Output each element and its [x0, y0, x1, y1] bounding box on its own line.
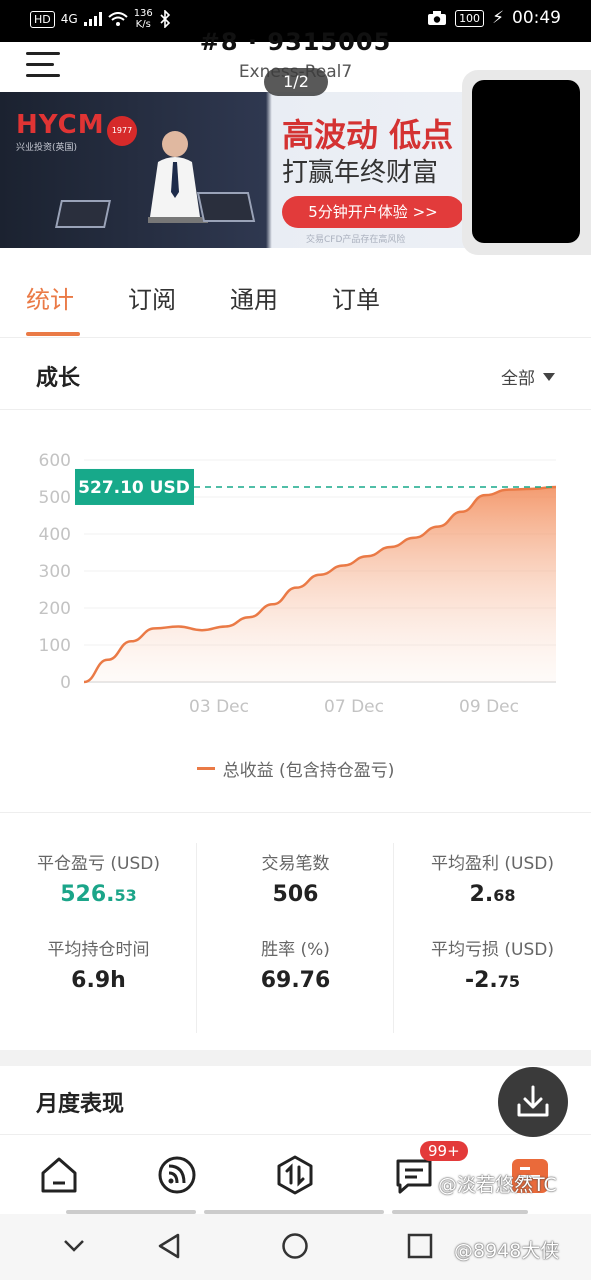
period-filter[interactable]: 全部	[501, 364, 555, 389]
account-title[interactable]: #8 · 9315005	[0, 28, 591, 56]
stat-label: 交易笔数	[261, 854, 330, 874]
stat-label: 平仓盈亏 (USD)	[37, 854, 160, 874]
stat-value: -2.75	[464, 968, 521, 993]
banner-logo: HYCM 兴业投资(英国)	[16, 110, 105, 153]
recents-icon[interactable]	[407, 1233, 433, 1259]
chevron-down-icon[interactable]	[62, 1236, 86, 1256]
growth-title: 成长	[36, 366, 81, 391]
growth-chart-svg: 600 500 400 300 200 100 0 03 Dec 07 Dec 09 Dec 527…	[39, 451, 557, 717]
legend-swatch	[196, 767, 215, 770]
home-icon[interactable]	[37, 1153, 81, 1197]
wifi-icon	[108, 11, 128, 26]
charging-icon: ⚡	[492, 8, 504, 28]
y-tick-label: 300	[39, 562, 71, 582]
feed-icon[interactable]	[155, 1153, 199, 1197]
laptop-image	[196, 192, 256, 222]
status-left: HD 4G 136 K/s	[30, 8, 171, 30]
area-fill	[84, 486, 556, 682]
laptop-image	[55, 200, 111, 228]
active-tab-indicator	[26, 332, 80, 336]
stat-trade-count: 交易笔数 506	[197, 849, 394, 907]
y-tick-label: 0	[60, 673, 71, 693]
x-tick-label: 07 Dec	[324, 697, 384, 717]
y-tick-label: 600	[39, 451, 71, 471]
x-tick-label: 03 Dec	[189, 697, 249, 717]
chart-legend: 总收益 (包含持仓盈亏)	[0, 756, 591, 781]
watermark: @淡若悠然TC	[438, 1174, 557, 1196]
battery-indicator: 100	[455, 9, 485, 27]
back-icon[interactable]	[156, 1232, 184, 1260]
tab-bar: 统计 订阅 通用 订单	[0, 248, 591, 338]
banner-logo-sub: 兴业投资(英国)	[16, 143, 78, 153]
y-tick-label: 200	[39, 599, 71, 619]
network-label: 4G	[60, 12, 78, 26]
current-value-label: 527.10 USD	[78, 478, 190, 498]
tab-general[interactable]: 通用	[230, 280, 278, 315]
signal-icon	[83, 12, 102, 26]
page-indicator: 1/2	[264, 68, 328, 96]
watermark: @8948大侠	[454, 1240, 560, 1262]
growth-chart: 600 500 400 300 200 100 0 03 Dec 07 Dec 09 Dec 527…	[0, 410, 591, 810]
stat-label: 平均持仓时间	[47, 940, 150, 960]
stat-value: 69.76	[260, 968, 331, 993]
stat-closed-pnl: 平仓盈亏 (USD) 526.53	[0, 849, 197, 907]
net-speed: 136 K/s	[134, 8, 153, 30]
status-right: 100 ⚡ 00:49	[427, 8, 561, 28]
notification-badge: 99+	[420, 1141, 468, 1161]
monthly-performance-title: 月度表现	[36, 1092, 125, 1117]
growth-section-header: 成长 全部	[0, 338, 591, 410]
stat-avg-holding-time: 平均持仓时间 6.9h	[0, 935, 197, 993]
stat-label: 平均亏损 (USD)	[431, 940, 554, 960]
stat-value: 526.53	[60, 882, 137, 907]
download-icon	[517, 1085, 549, 1117]
banner-cta-button[interactable]: 5分钟开户体验 >>	[282, 196, 464, 228]
banner-headline: 高波动 低点	[282, 116, 454, 154]
stat-label: 胜率 (%)	[261, 940, 330, 960]
tab-orders[interactable]: 订单	[332, 280, 380, 315]
banner-subheadline: 打赢年终财富	[282, 158, 439, 188]
y-tick-label: 400	[39, 525, 71, 545]
x-tick-label: 09 Dec	[459, 697, 519, 717]
y-tick-label: 500	[39, 488, 71, 508]
floating-window[interactable]	[462, 70, 591, 255]
download-button[interactable]	[498, 1067, 568, 1137]
stat-value: 506	[272, 882, 319, 907]
stat-label: 平均盈利 (USD)	[431, 854, 554, 874]
stat-value: 2.68	[469, 882, 516, 907]
clock: 00:49	[512, 8, 561, 28]
trade-icon[interactable]	[273, 1153, 317, 1197]
stats-grid: 平仓盈亏 (USD) 526.53 交易笔数 506 平均盈利 (USD) 2.…	[0, 812, 591, 1050]
period-filter-label: 全部	[501, 369, 535, 389]
home-circle-icon[interactable]	[281, 1232, 309, 1260]
floating-window-content	[472, 80, 580, 243]
banner-logo-text: HYCM	[16, 110, 105, 140]
camera-icon	[428, 11, 447, 25]
stat-win-rate: 胜率 (%) 69.76	[197, 935, 394, 993]
stat-avg-loss: 平均亏损 (USD) -2.75	[394, 935, 591, 993]
y-tick-label: 100	[39, 636, 71, 656]
caret-down-icon	[543, 372, 555, 381]
speed-value: 136	[133, 8, 153, 19]
bluetooth-icon	[160, 10, 170, 28]
stat-value: 6.9h	[71, 968, 126, 993]
tab-statistics[interactable]: 统计	[26, 280, 74, 315]
legend-label: 总收益 (包含持仓盈亏)	[222, 761, 395, 781]
hd-icon: HD	[30, 10, 55, 28]
section-gap	[0, 1050, 591, 1066]
tab-subscribe[interactable]: 订阅	[128, 280, 176, 315]
banner-person-image	[148, 131, 208, 223]
stat-avg-profit: 平均盈利 (USD) 2.68	[394, 849, 591, 907]
banner-risk-note: 交易CFD产品存在高风险	[306, 235, 406, 245]
